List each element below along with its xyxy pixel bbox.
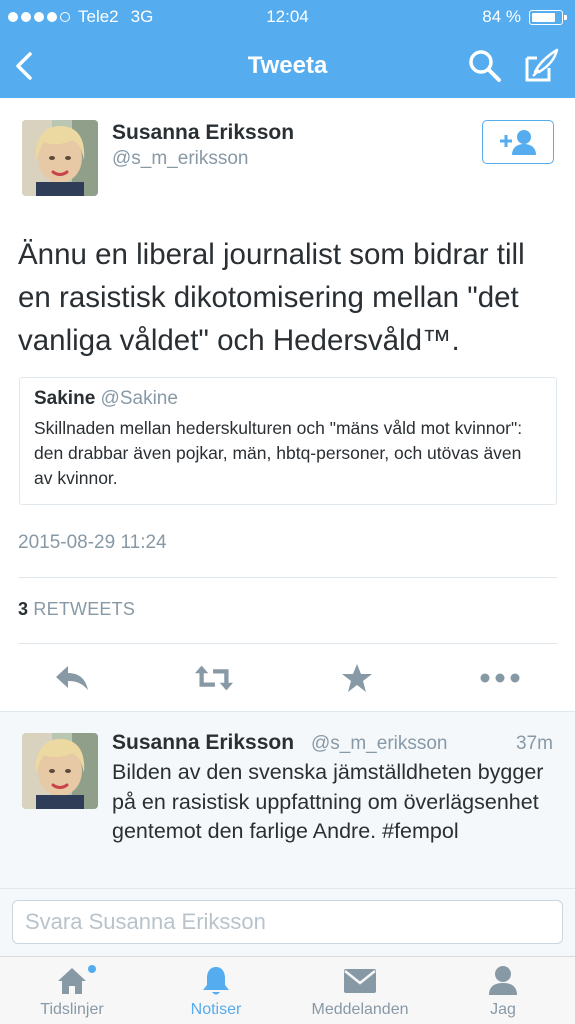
tab-bar: Tidslinjer Notiser Meddelanden Jag (0, 956, 575, 1024)
divider (18, 643, 557, 644)
quoted-author-name: Sakine (34, 388, 96, 409)
retweet-count-number: 3 (18, 599, 29, 619)
battery-icon (529, 9, 567, 25)
retweets-count[interactable]: 3 RETWEETS (18, 599, 135, 620)
reply-author-name[interactable]: Susanna Eriksson (112, 731, 294, 755)
reply-icon[interactable] (52, 660, 92, 696)
tweet-timestamp: 2015-08-29 11:24 (18, 532, 167, 553)
quoted-author-handle: @Sakine (100, 388, 178, 409)
home-icon (56, 965, 96, 997)
author-name[interactable]: Susanna Eriksson (112, 121, 294, 145)
author-handle[interactable]: @s_m_eriksson (112, 148, 249, 170)
tweet-text: Ännu en liberal journalist som bidrar ti… (18, 238, 525, 357)
reply-time: 37m (516, 733, 553, 754)
search-icon[interactable] (467, 48, 503, 84)
star-icon[interactable] (337, 660, 377, 696)
tab-notifications[interactable]: Notiser (166, 957, 266, 1024)
bell-icon (201, 965, 231, 997)
reply-avatar[interactable] (22, 733, 98, 809)
reply-input[interactable] (12, 900, 563, 944)
reply-text: Bilden av den svenska jämställdheten byg… (112, 760, 544, 843)
battery-percent: 84 % (482, 7, 521, 26)
navigation-bar: Tweeta (0, 34, 575, 98)
tab-label: Notiser (190, 1001, 242, 1018)
avatar[interactable] (22, 120, 98, 196)
divider (18, 577, 557, 578)
add-user-icon (500, 130, 536, 155)
quoted-tweet[interactable]: Sakine @Sakine Skillnaden mellan hedersk… (19, 377, 557, 505)
tab-label: Meddelanden (311, 1001, 409, 1018)
compose-icon[interactable] (523, 46, 561, 84)
person-icon (488, 965, 518, 997)
reply-author-handle[interactable]: @s_m_eriksson (311, 733, 448, 755)
tab-me[interactable]: Jag (466, 957, 540, 1024)
follow-button[interactable] (482, 120, 554, 164)
envelope-icon (343, 965, 377, 997)
tab-label: Jag (490, 1001, 516, 1018)
tab-label: Tidslinjer (40, 1001, 104, 1018)
more-icon[interactable] (480, 660, 520, 696)
tab-timelines[interactable]: Tidslinjer (20, 957, 124, 1024)
status-bar: Tele2 3G 12:04 84 % (0, 0, 575, 34)
retweets-label: RETWEETS (33, 599, 136, 619)
retweet-icon[interactable] (194, 660, 234, 696)
quoted-tweet-text: Skillnaden mellan hederskulturen och "mä… (34, 418, 523, 488)
tab-messages[interactable]: Meddelanden (298, 957, 422, 1024)
notification-dot (88, 965, 96, 973)
header: Tele2 3G 12:04 84 % Tweeta (0, 0, 575, 98)
